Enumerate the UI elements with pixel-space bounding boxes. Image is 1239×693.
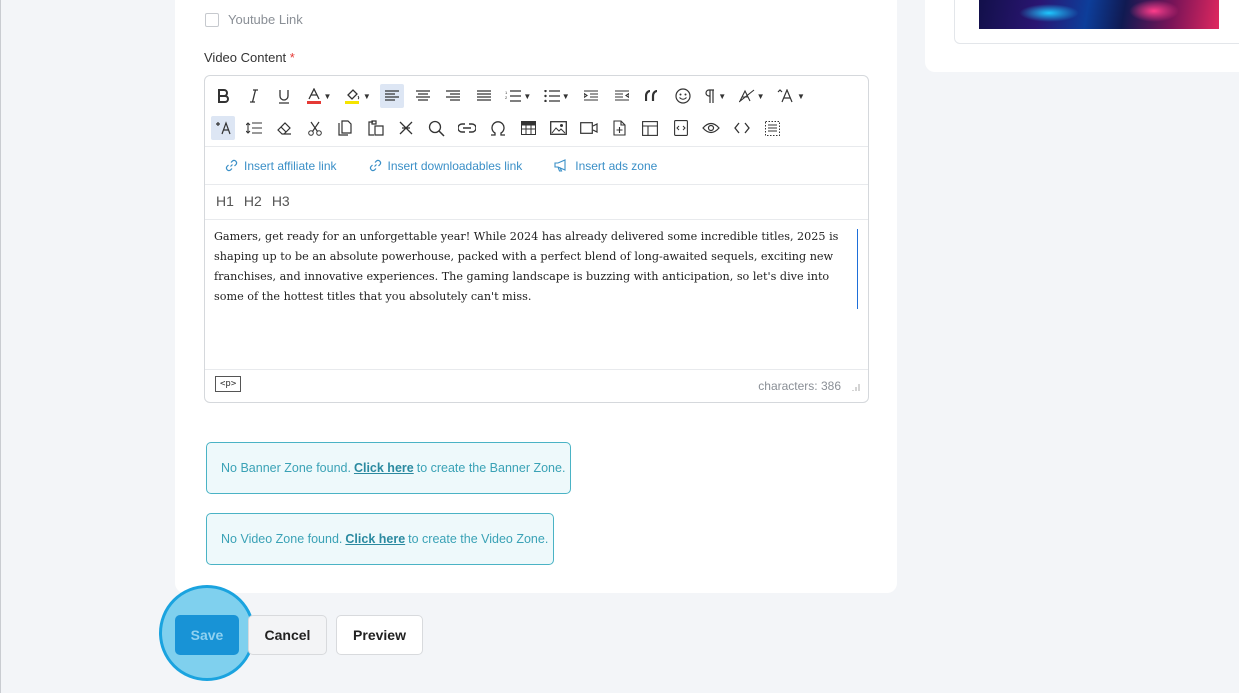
banner-zone-prefix: No Banner Zone found. (221, 461, 351, 475)
image-icon[interactable] (547, 116, 571, 140)
link-icon (369, 159, 381, 172)
megaphone-icon (554, 159, 566, 172)
video-content-label: Video Content * (204, 50, 295, 65)
underline-icon[interactable] (272, 84, 296, 108)
insert-ads-zone-button[interactable]: Insert ads zone (554, 159, 657, 173)
line-spacing-icon[interactable] (242, 116, 266, 140)
character-count: characters: 386 (758, 379, 841, 393)
link-icon[interactable] (455, 116, 479, 140)
heading-h3-button[interactable]: H3 (272, 193, 290, 209)
font-size-icon[interactable]: ▼ (774, 84, 808, 108)
text-color-icon[interactable]: ▼ (303, 84, 335, 108)
align-left-icon[interactable] (380, 84, 405, 108)
rich-text-editor: ▼ ▼ 12 ▼ ▼ ▼ ▼ ▼ Insert affiliate link I… (204, 75, 869, 403)
ordered-list-icon[interactable]: 12 ▼ (502, 84, 534, 108)
bold-icon[interactable] (211, 84, 235, 108)
align-center-icon[interactable] (411, 84, 435, 108)
toolbar-row-1: ▼ ▼ 12 ▼ ▼ ▼ ▼ ▼ (211, 84, 814, 108)
preview-button[interactable]: Preview (336, 615, 423, 655)
select-all-icon[interactable] (760, 116, 784, 140)
insert-downloadables-link-button[interactable]: Insert downloadables link (369, 158, 523, 173)
element-path-tag[interactable]: <p> (215, 376, 242, 392)
youtube-link-checkbox[interactable] (205, 12, 219, 27)
preview-icon[interactable] (699, 116, 723, 140)
source-code-icon[interactable] (730, 116, 754, 140)
heading-h2-button[interactable]: H2 (244, 193, 262, 209)
paste-icon[interactable] (364, 116, 388, 140)
align-right-icon[interactable] (441, 84, 465, 108)
required-mark: * (289, 50, 295, 65)
text-cursor (857, 229, 858, 309)
link-icon (225, 159, 238, 172)
search-icon[interactable] (425, 116, 449, 140)
italic-icon[interactable] (242, 84, 266, 108)
video-content-label-text: Video Content (204, 50, 287, 65)
table-icon[interactable] (516, 116, 540, 140)
heading-h1-button[interactable]: H1 (216, 193, 234, 209)
create-video-zone-link[interactable]: Click here (345, 532, 405, 546)
thumbnail-glow (1019, 4, 1079, 22)
unordered-list-icon[interactable]: ▼ (541, 84, 573, 108)
video-zone-prefix: No Video Zone found. (221, 532, 343, 546)
insert-affiliate-link-button[interactable]: Insert affiliate link (225, 159, 337, 173)
insert-links-bar: Insert affiliate link Insert downloadabl… (205, 146, 868, 185)
indent-icon[interactable] (579, 84, 603, 108)
youtube-link-option[interactable]: Youtube Link (205, 12, 303, 27)
featured-image-thumbnail[interactable] (979, 0, 1219, 29)
omega-icon[interactable] (486, 116, 510, 140)
strikethrough-clear-icon[interactable] (394, 116, 418, 140)
insert-downloadables-link-label: Insert downloadables link (387, 158, 523, 173)
banner-zone-notice: No Banner Zone found. Click here to crea… (206, 442, 571, 494)
toolbar-row-2 (211, 116, 791, 140)
svg-text:2: 2 (505, 95, 508, 100)
clear-format-icon[interactable] (211, 116, 235, 140)
editor-content[interactable]: Gamers, get ready for an unforgettable y… (214, 227, 852, 307)
cancel-button[interactable]: Cancel (248, 615, 327, 655)
thumbnail-glow (1129, 0, 1179, 22)
banner-zone-suffix: to create the Banner Zone. (416, 461, 566, 475)
save-button[interactable]: Save (175, 615, 239, 655)
editor-status-bar: <p> characters: 386 (205, 369, 868, 402)
emoji-icon[interactable] (671, 84, 695, 108)
quote-icon[interactable] (640, 84, 664, 108)
youtube-link-label: Youtube Link (228, 12, 303, 27)
headings-bar: H1 H2 H3 (205, 183, 868, 220)
copy-icon[interactable] (333, 116, 357, 140)
highlight-color-icon[interactable]: ▼ (341, 84, 374, 108)
video-zone-suffix: to create the Video Zone. (408, 532, 549, 546)
insert-affiliate-link-label: Insert affiliate link (244, 158, 337, 173)
resize-handle-icon[interactable] (851, 383, 860, 392)
insert-file-icon[interactable] (608, 116, 632, 140)
paragraph-icon[interactable]: ▼ (701, 84, 729, 108)
eraser-icon[interactable] (272, 116, 296, 140)
video-zone-notice: No Video Zone found. Click here to creat… (206, 513, 554, 565)
outdent-icon[interactable] (610, 84, 634, 108)
embed-code-icon[interactable] (669, 116, 693, 140)
video-icon[interactable] (577, 116, 601, 140)
insert-ads-zone-label: Insert ads zone (575, 158, 658, 173)
line-height-icon[interactable]: ▼ (736, 84, 768, 108)
cut-icon[interactable] (303, 116, 327, 140)
align-justify-icon[interactable] (472, 84, 496, 108)
create-banner-zone-link[interactable]: Click here (354, 461, 414, 475)
template-icon[interactable] (638, 116, 662, 140)
page-left-border (0, 0, 1, 693)
